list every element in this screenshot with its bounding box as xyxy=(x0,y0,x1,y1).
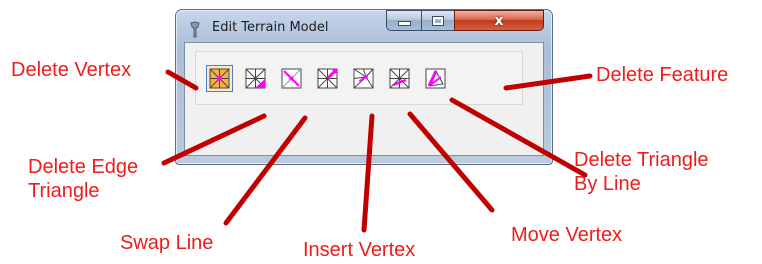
callout-move-vertex: Move Vertex xyxy=(511,224,623,246)
callout-swap-line: Swap Line xyxy=(120,232,214,254)
callout-insert-vertex: Insert Vertex xyxy=(303,239,416,261)
callout-delete-edge-triangle: Delete Edge Triangle xyxy=(28,155,138,203)
callout-arrows xyxy=(161,69,593,233)
callout-delete-triangle-by-line-line2: By Line xyxy=(574,173,641,195)
arrow-delete-triangle-by-line xyxy=(449,97,588,178)
arrow-delete-feature xyxy=(503,73,593,91)
arrow-swap-line xyxy=(223,115,308,226)
callout-delete-vertex: Delete Vertex xyxy=(11,59,132,81)
callout-delete-triangle-by-line: Delete Triangle By Line xyxy=(574,148,709,196)
callout-delete-edge-triangle-line1: Delete Edge xyxy=(28,156,139,178)
arrow-delete-edge-triangle xyxy=(161,113,267,166)
callout-delete-edge-triangle-line2: Triangle xyxy=(28,180,100,202)
callout-delete-feature: Delete Feature xyxy=(596,64,729,86)
arrow-insert-vertex xyxy=(361,113,375,233)
callout-delete-triangle-by-line-line1: Delete Triangle xyxy=(574,149,709,171)
arrow-delete-vertex xyxy=(165,69,199,91)
arrow-move-vertex xyxy=(407,111,495,213)
